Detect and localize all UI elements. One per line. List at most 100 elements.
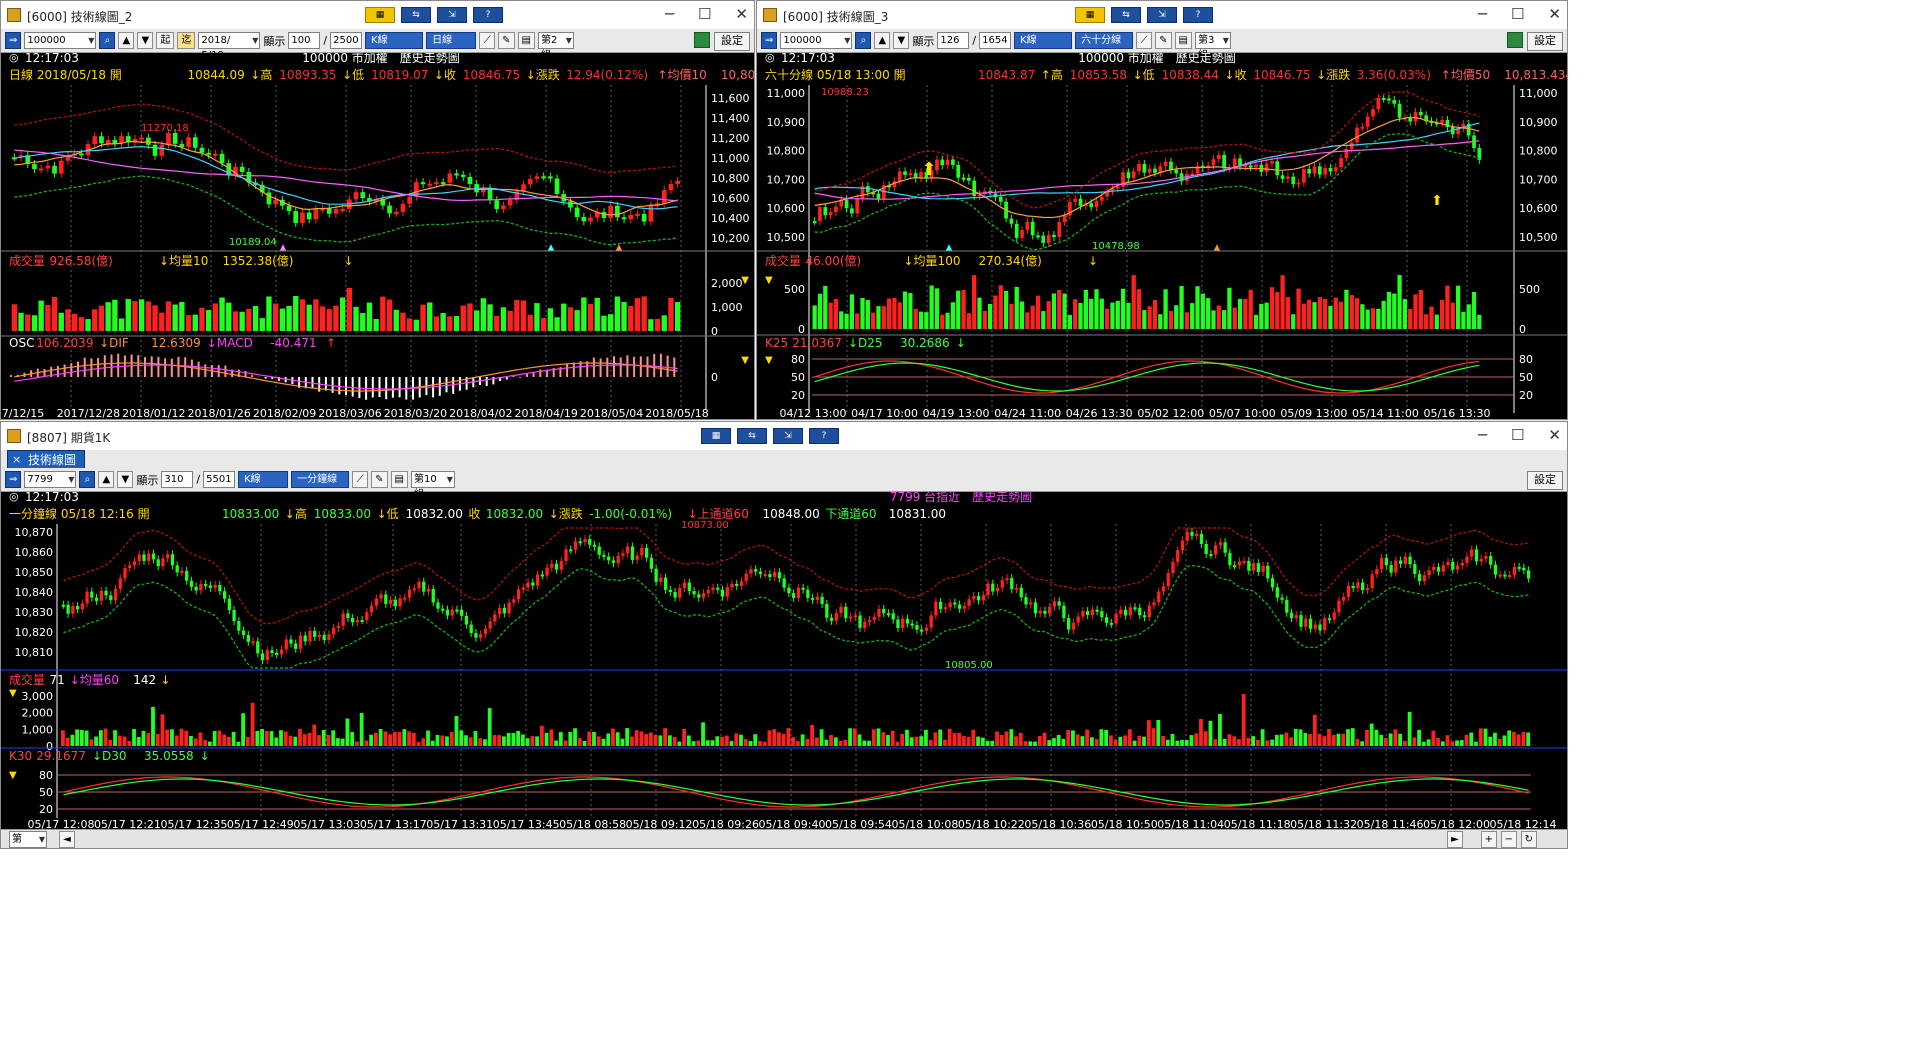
period-select[interactable]: 六十分線 xyxy=(1075,32,1134,49)
scroll-right-icon[interactable]: ► xyxy=(1447,831,1463,848)
setting-button[interactable]: 設定 xyxy=(1527,471,1563,490)
excel-icon[interactable] xyxy=(694,32,710,48)
draw-line-icon[interactable]: ⟋ xyxy=(1136,32,1153,49)
maximize-icon[interactable]: ☐ xyxy=(698,5,711,23)
hourly-chart-svg[interactable]: ◎ 12:17:03 100000 市加權 歷史走勢圖六十分線 05/18 13:0… xyxy=(757,53,1568,420)
minimize-icon[interactable]: ─ xyxy=(1478,5,1487,23)
volume-bar xyxy=(232,311,239,331)
arrow-icon[interactable]: ⇒ xyxy=(5,471,22,488)
scroll-down-icon[interactable]: ▼ xyxy=(117,471,134,488)
volume-bar xyxy=(65,737,70,746)
tab-tech-chart[interactable]: 技術線圖 xyxy=(7,450,86,470)
symbol-select[interactable]: 100000 xyxy=(780,32,853,49)
scroll-up-icon[interactable]: ▲ xyxy=(98,471,115,488)
group-select[interactable]: 第2組 xyxy=(537,32,574,61)
kd-tick-right: 20 xyxy=(1519,389,1533,402)
export-icon[interactable]: ⇲ xyxy=(773,428,803,444)
show-count-input[interactable]: 310 xyxy=(161,471,194,488)
show-count-input[interactable]: 126 xyxy=(937,32,970,49)
window-titlebar[interactable]: [6000] 技術線圖_2 ▦ ⇆ ⇲ ? ─ ☐ ✕ xyxy=(1,1,754,29)
chart-window-60min[interactable]: [6000] 技術線圖_3 ▦ ⇆ ⇲ ? ─ ☐ ✕ ⇒ 100000 ⌕ ▲ ▼… xyxy=(756,0,1568,420)
daily-chart-svg[interactable]: ◎ 12:17:03 100000 市加權 歷史走勢圖日線 2018/05/18 開… xyxy=(1,53,755,420)
layout-icon[interactable]: ▦ xyxy=(365,7,395,23)
chart-window-1min[interactable]: [8807] 期貨1K ▦ ⇆ ⇲ ? ─ ☐ ✕ 技術線圖 ⇒ 7799 ⌕ ▲ … xyxy=(0,421,1568,849)
scroll-up-icon[interactable]: ▲ xyxy=(874,32,891,49)
layout-icon[interactable]: ▦ xyxy=(1075,7,1105,23)
draw-line-icon[interactable]: ⟋ xyxy=(479,32,496,49)
minute-chart-svg[interactable]: ◎ 12:17:03 7799 台指近 歷史走勢圖一分鐘線 05/18 12:16 … xyxy=(1,492,1568,832)
volume-bar xyxy=(1445,285,1450,329)
search-icon[interactable]: ⌕ xyxy=(99,32,116,49)
close-icon[interactable]: ✕ xyxy=(735,5,748,23)
scroll-left-icon[interactable]: ◄ xyxy=(59,831,75,848)
zoom-out-icon[interactable]: − xyxy=(1500,831,1517,848)
price-candle xyxy=(308,630,312,642)
start-button[interactable]: 起 xyxy=(156,32,175,49)
minimize-icon[interactable]: ─ xyxy=(665,5,674,23)
price-candle xyxy=(1275,587,1279,598)
link-icon[interactable]: ⇆ xyxy=(737,428,767,444)
volume-bar xyxy=(535,736,539,746)
export-icon[interactable]: ⇲ xyxy=(437,7,467,23)
arrow-icon[interactable]: ⇒ xyxy=(5,32,22,49)
scroll-down-icon[interactable]: ▼ xyxy=(893,32,910,49)
draw-line-icon[interactable]: ⟋ xyxy=(352,471,369,488)
price-tick: 10,840 xyxy=(15,586,54,599)
period-select[interactable]: 一分鐘線 xyxy=(291,471,350,488)
pen-icon[interactable]: ✎ xyxy=(498,32,515,49)
volume-bar xyxy=(1189,735,1194,746)
group-select[interactable]: 第10組 xyxy=(410,471,455,500)
zoom-reset-icon[interactable]: ↻ xyxy=(1520,831,1537,848)
excel-icon[interactable] xyxy=(1507,32,1523,48)
help-icon[interactable]: ? xyxy=(809,428,839,444)
group-select[interactable]: 第3組 xyxy=(1194,32,1231,61)
pen-icon[interactable]: ✎ xyxy=(371,471,388,488)
volume-bar xyxy=(364,740,369,746)
price-candle xyxy=(1256,563,1260,572)
volume-bar xyxy=(993,295,998,329)
minimize-icon[interactable]: ─ xyxy=(1478,426,1487,444)
date-select[interactable]: 2018/ 5/18 xyxy=(198,32,261,61)
close-icon[interactable]: ✕ xyxy=(1548,5,1561,23)
price-tick: 10,700 xyxy=(767,173,806,186)
window-titlebar[interactable]: [8807] 期貨1K ▦ ⇆ ⇲ ? ─ ☐ ✕ xyxy=(1,422,1567,450)
window-titlebar[interactable]: [6000] 技術線圖_3 ▦ ⇆ ⇲ ? ─ ☐ ✕ xyxy=(757,1,1567,29)
zoom-in-icon[interactable]: + xyxy=(1480,831,1497,848)
link-icon[interactable]: ⇆ xyxy=(1111,7,1141,23)
volume-bar xyxy=(1152,299,1158,329)
period-select[interactable]: 日線 xyxy=(426,32,477,49)
help-icon[interactable]: ? xyxy=(1183,7,1213,23)
grid-icon[interactable]: ▤ xyxy=(1174,32,1192,49)
arrow-icon[interactable]: ⇒ xyxy=(761,32,778,49)
close-icon[interactable]: ✕ xyxy=(1548,426,1561,444)
setting-button[interactable]: 設定 xyxy=(714,32,750,51)
clock-text: 12:17:03 xyxy=(25,53,79,65)
search-icon[interactable]: ⌕ xyxy=(79,471,96,488)
grid-icon[interactable]: ▤ xyxy=(517,32,535,49)
search-icon[interactable]: ⌕ xyxy=(855,32,872,49)
price-candle xyxy=(1104,617,1109,623)
volume-bar xyxy=(1450,302,1455,329)
status-group-select[interactable]: 第10組 xyxy=(9,831,47,848)
symbol-select[interactable]: 100000 xyxy=(24,32,97,49)
chart-window-daily[interactable]: [6000] 技術線圖_2 ▦ ⇆ ⇲ ? ─ ☐ ✕ ⇒ 100000 ⌕ ▲ ▼… xyxy=(0,0,755,420)
price-tick: 10,400 xyxy=(711,212,750,225)
scroll-up-icon[interactable]: ▲ xyxy=(118,32,135,49)
export-icon[interactable]: ⇲ xyxy=(1147,7,1177,23)
link-icon[interactable]: ⇆ xyxy=(401,7,431,23)
ktype-select[interactable]: K線 xyxy=(238,471,289,488)
scroll-down-icon[interactable]: ▼ xyxy=(137,32,154,49)
pen-icon[interactable]: ✎ xyxy=(1155,32,1172,49)
layout-icon[interactable]: ▦ xyxy=(701,428,731,444)
ktype-select[interactable]: K線 xyxy=(365,32,424,49)
end-button[interactable]: 迄 xyxy=(177,32,196,49)
symbol-select[interactable]: 7799 xyxy=(24,471,77,488)
grid-icon[interactable]: ▤ xyxy=(390,471,408,488)
setting-button[interactable]: 設定 xyxy=(1527,32,1563,51)
maximize-icon[interactable]: ☐ xyxy=(1511,5,1524,23)
ktype-select[interactable]: K線 xyxy=(1014,32,1073,49)
price-candle xyxy=(1147,605,1151,618)
help-icon[interactable]: ? xyxy=(473,7,503,23)
show-count-input[interactable]: 100 xyxy=(288,32,321,49)
maximize-icon[interactable]: ☐ xyxy=(1511,426,1524,444)
